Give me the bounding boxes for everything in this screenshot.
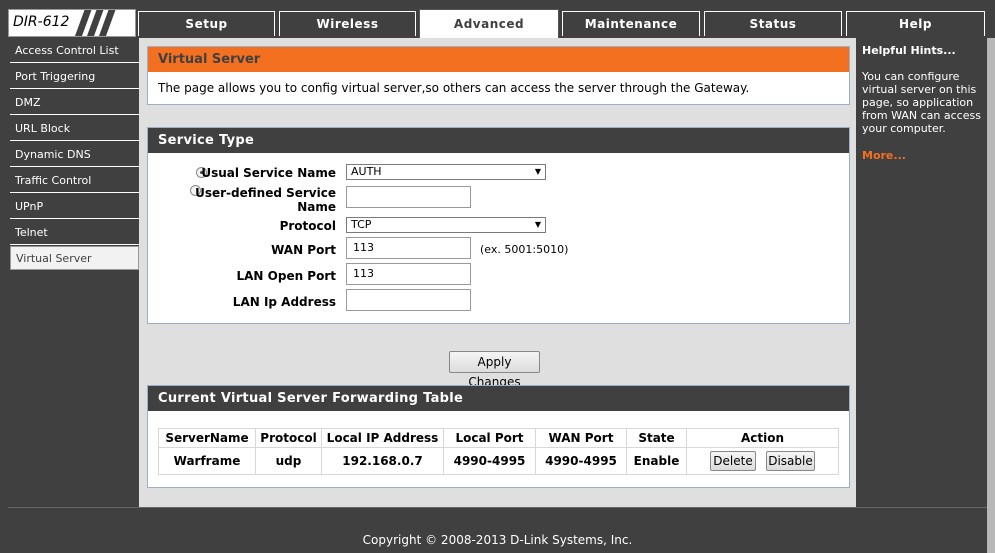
cell-server-name: Warframe [158, 447, 256, 475]
sidebar-item-dmz[interactable]: DMZ [10, 91, 139, 115]
wan-port-input[interactable]: 113 [346, 237, 471, 259]
dropdown-arrow-icon: ▼ [534, 167, 541, 176]
column-header: ServerName [158, 428, 256, 448]
forwarding-table: ServerName Protocol Local IP Address Loc… [158, 428, 839, 475]
sidebar-item-url-block[interactable]: URL Block [10, 117, 139, 141]
sidebar-item-access-control-list[interactable]: Access Control List [10, 39, 139, 63]
lan-open-port-label: LAN Open Port [236, 269, 337, 283]
usual-service-value: AUTH [351, 165, 382, 178]
sidebar-item-virtual-server[interactable]: Virtual Server [10, 246, 139, 270]
copyright-text: Copyright © 2008-2013 D-Link Systems, In… [362, 533, 633, 547]
hints-text: You can configure virtual server on this… [862, 70, 981, 135]
section-description: The page allows you to config virtual se… [158, 81, 750, 95]
tab-advanced[interactable]: Advanced [419, 9, 559, 39]
tab-wireless[interactable]: Wireless [279, 11, 416, 36]
product-logo: DIR-612 [8, 9, 136, 37]
table-header-row: ServerName Protocol Local IP Address Loc… [158, 428, 839, 448]
protocol-value: TCP [351, 218, 372, 231]
cell-action: Delete Disable [686, 447, 839, 475]
protocol-label: Protocol [279, 219, 336, 233]
sidebar-item-upnp[interactable]: UPnP [10, 195, 139, 219]
lan-ip-address-input[interactable] [346, 289, 471, 311]
section-title: Current Virtual Server Forwarding Table [148, 386, 849, 411]
cell-local-ip: 192.168.0.7 [321, 447, 444, 475]
footer: Copyright © 2008-2013 D-Link Systems, In… [8, 507, 987, 553]
cell-state: Enable [626, 447, 687, 475]
lan-open-port-input[interactable]: 113 [346, 263, 471, 285]
sidebar-item-traffic-control[interactable]: Traffic Control [10, 169, 139, 193]
dropdown-arrow-icon: ▼ [534, 220, 541, 229]
helpful-hints-panel: Helpful Hints... You can configure virtu… [856, 38, 987, 507]
user-defined-service-label: User-defined Service [195, 186, 336, 200]
protocol-select[interactable]: TCP ▼ [346, 217, 546, 233]
top-bar: DIR-612 Setup Wireless Advanced Maintena… [0, 0, 995, 39]
column-header: Local Port [443, 428, 536, 448]
tab-setup[interactable]: Setup [138, 11, 275, 36]
sidebar-item-port-triggering[interactable]: Port Triggering [10, 65, 139, 89]
wan-port-label: WAN Port [271, 243, 336, 257]
hints-more-link[interactable]: More... [862, 149, 906, 162]
column-header: Action [686, 428, 839, 448]
disable-button[interactable]: Disable [766, 451, 815, 471]
column-header: WAN Port [535, 428, 627, 448]
column-header: State [626, 428, 687, 448]
window-edge [987, 38, 995, 553]
cell-local-port: 4990-4995 [443, 447, 536, 475]
delete-button[interactable]: Delete [710, 451, 756, 471]
cell-wan-port: 4990-4995 [535, 447, 627, 475]
table-row: Warframe udp 192.168.0.7 4990-4995 4990-… [158, 447, 839, 475]
wan-port-example: (ex. 5001:5010) [480, 243, 569, 256]
apply-changes-button[interactable]: Apply Changes [449, 351, 540, 389]
main-content: Virtual Server The page allows you to co… [139, 38, 856, 507]
sidebar: Access Control List Port Triggering DMZ … [8, 38, 139, 507]
lan-ip-address-label: LAN Ip Address [232, 295, 336, 309]
column-header: Protocol [255, 428, 322, 448]
forwarding-table-section: Current Virtual Server Forwarding Table … [147, 385, 850, 488]
section-title: Virtual Server [148, 47, 849, 72]
cell-protocol: udp [255, 447, 322, 475]
tab-help[interactable]: Help [846, 11, 985, 36]
sidebar-item-telnet[interactable]: Telnet [10, 221, 139, 245]
usual-service-select[interactable]: AUTH ▼ [346, 164, 546, 180]
virtual-server-section: Virtual Server The page allows you to co… [147, 46, 850, 105]
user-defined-service-label-cont: Name [297, 200, 336, 214]
sidebar-item-dynamic-dns[interactable]: Dynamic DNS [10, 143, 139, 167]
usual-service-label: Usual Service Name [201, 166, 336, 180]
user-defined-service-input[interactable] [346, 186, 471, 208]
tab-maintenance[interactable]: Maintenance [562, 11, 700, 36]
section-title: Service Type [148, 128, 849, 153]
logo-text: DIR-612 [13, 14, 70, 30]
hints-title: Helpful Hints... [862, 44, 956, 57]
service-type-section: Service Type Usual Service Name AUTH ▼ U… [147, 127, 850, 324]
column-header: Local IP Address [321, 428, 444, 448]
tab-status[interactable]: Status [704, 11, 842, 36]
